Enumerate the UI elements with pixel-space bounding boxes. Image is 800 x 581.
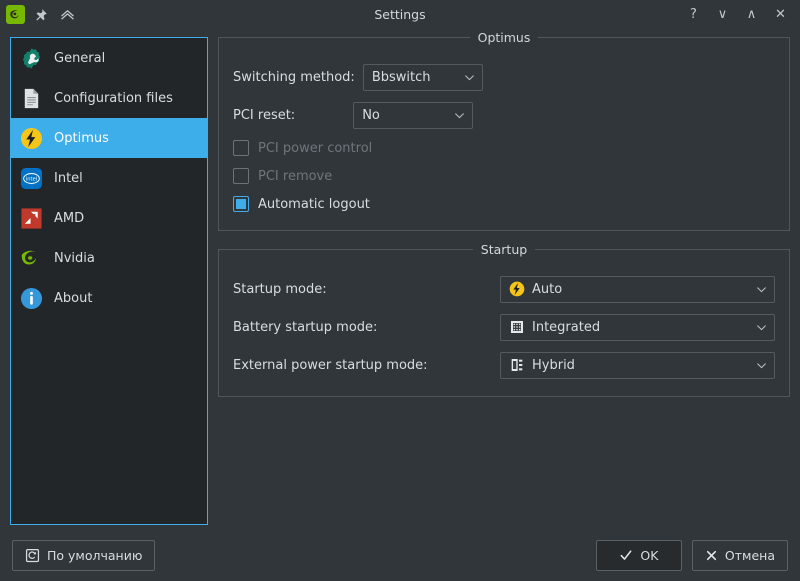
settings-content: Optimus Switching method: Bbswitch PCI r…	[218, 30, 790, 529]
startup-mode-value: Auto	[532, 281, 563, 297]
pci-remove-label: PCI remove	[258, 168, 333, 184]
startup-mode-row: Startup mode: Auto	[233, 270, 775, 308]
external-power-startup-mode-select[interactable]: Hybrid	[500, 351, 775, 379]
info-icon	[19, 286, 43, 310]
chevron-down-icon	[755, 321, 768, 334]
gear-wrench-icon	[19, 46, 43, 70]
sidebar-item-label: AMD	[54, 210, 85, 226]
check-icon	[619, 548, 633, 562]
pci-power-control-checkbox[interactable]	[233, 140, 249, 156]
automatic-logout-checkbox[interactable]	[233, 196, 249, 212]
close-button[interactable]: ✕	[773, 7, 788, 23]
sidebar-item-amd[interactable]: AMD	[11, 198, 207, 238]
footer-bar: По умолчанию OK Отмена	[0, 529, 800, 581]
sidebar-item-nvidia[interactable]: Nvidia	[11, 238, 207, 278]
minimize-button[interactable]: ∨	[715, 7, 730, 23]
help-button[interactable]: ?	[686, 7, 701, 23]
nvidia-logo-icon	[19, 246, 43, 270]
startup-group: Startup Startup mode: Auto Battery start…	[218, 242, 790, 397]
startup-group-title: Startup	[219, 242, 789, 257]
battery-startup-mode-select[interactable]: Integrated	[500, 313, 775, 341]
pci-reset-label: PCI reset:	[233, 107, 296, 123]
sidebar-item-label: Intel	[54, 170, 83, 186]
startup-mode-select[interactable]: Auto	[500, 275, 775, 303]
chevron-down-icon	[755, 283, 768, 296]
sidebar-item-label: General	[54, 50, 106, 66]
pci-reset-value: No	[362, 107, 380, 123]
chevron-down-icon	[453, 109, 466, 122]
pci-power-control-label: PCI power control	[258, 140, 373, 156]
ok-button[interactable]: OK	[595, 539, 682, 571]
title-bar: Settings ? ∨ ∧ ✕	[0, 0, 800, 29]
external-power-startup-mode-label: External power startup mode:	[233, 357, 428, 373]
sidebar-item-label: Nvidia	[54, 250, 95, 266]
amd-logo-icon	[19, 206, 43, 230]
chevron-down-icon	[463, 71, 476, 84]
switching-method-select[interactable]: Bbswitch	[362, 63, 483, 91]
shade-icon[interactable]	[57, 5, 77, 25]
maximize-button[interactable]: ∧	[744, 7, 759, 23]
title-bar-left-icons	[6, 5, 77, 25]
settings-window: Settings ? ∨ ∧ ✕ General Configuration f…	[0, 0, 800, 581]
reset-icon	[25, 548, 40, 563]
close-icon	[705, 549, 718, 562]
sidebar-item-label: Optimus	[54, 130, 109, 146]
automatic-logout-label: Automatic logout	[258, 196, 370, 212]
sidebar[interactable]: General Configuration files Optimus inte…	[10, 37, 208, 525]
optimus-group-title: Optimus	[219, 30, 789, 45]
lightning-bolt-icon	[509, 281, 525, 297]
sidebar-item-general[interactable]: General	[11, 38, 207, 78]
sidebar-item-label: About	[54, 290, 93, 306]
lightning-bolt-icon	[19, 126, 43, 150]
pci-reset-select[interactable]: No	[353, 101, 474, 129]
battery-startup-mode-value: Integrated	[532, 319, 601, 335]
window-title: Settings	[374, 7, 426, 22]
cancel-button[interactable]: Отмена	[691, 539, 788, 571]
automatic-logout-row[interactable]: Automatic logout	[233, 190, 775, 218]
optimus-group: Optimus Switching method: Bbswitch PCI r…	[218, 30, 790, 231]
startup-mode-label: Startup mode:	[233, 281, 327, 297]
cancel-button-label: Отмена	[724, 547, 775, 563]
sidebar-item-configuration-files[interactable]: Configuration files	[11, 78, 207, 118]
sidebar-item-optimus[interactable]: Optimus	[11, 118, 207, 158]
window-body: General Configuration files Optimus inte…	[0, 29, 800, 529]
switching-method-row: Switching method: Bbswitch	[233, 58, 775, 96]
pci-remove-row[interactable]: PCI remove	[233, 162, 775, 190]
document-icon	[19, 86, 43, 110]
dialog-buttons: OK Отмена	[595, 539, 788, 571]
switching-method-label: Switching method:	[233, 69, 355, 85]
integrated-chip-icon	[509, 319, 525, 335]
chevron-down-icon	[755, 359, 768, 372]
battery-startup-mode-label: Battery startup mode:	[233, 319, 378, 335]
app-icon[interactable]	[6, 5, 25, 24]
defaults-button-label: По умолчанию	[47, 547, 143, 563]
battery-startup-mode-row: Battery startup mode: Integrated	[233, 308, 775, 346]
pci-reset-row: PCI reset: No	[233, 96, 775, 134]
ok-button-label: OK	[640, 547, 659, 563]
window-controls: ? ∨ ∧ ✕	[686, 7, 794, 23]
svg-text:intel: intel	[25, 176, 36, 182]
sidebar-item-intel[interactable]: intel Intel	[11, 158, 207, 198]
pci-remove-checkbox[interactable]	[233, 168, 249, 184]
external-power-startup-mode-row: External power startup mode: Hybrid	[233, 346, 775, 384]
pin-icon[interactable]	[31, 5, 51, 25]
hybrid-chip-icon	[509, 357, 525, 373]
sidebar-item-about[interactable]: About	[11, 278, 207, 318]
pci-power-control-row[interactable]: PCI power control	[233, 134, 775, 162]
switching-method-value: Bbswitch	[371, 69, 431, 85]
sidebar-item-label: Configuration files	[54, 90, 173, 106]
defaults-button[interactable]: По умолчанию	[12, 539, 156, 571]
intel-logo-icon: intel	[19, 166, 43, 190]
external-power-startup-mode-value: Hybrid	[532, 357, 575, 373]
